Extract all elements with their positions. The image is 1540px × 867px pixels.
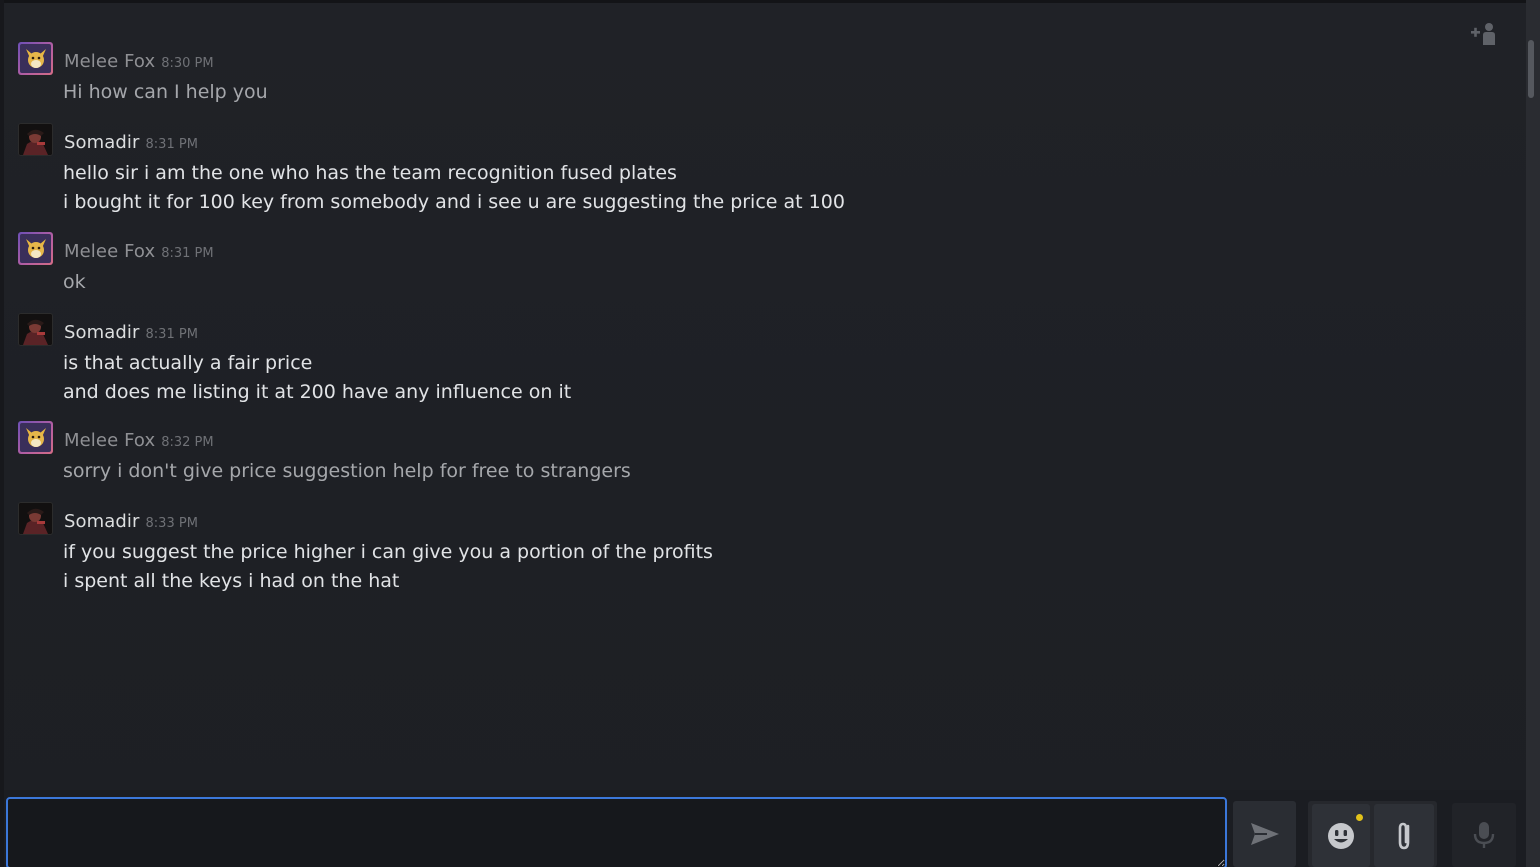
- chat-window: Melee Fox 8:30 PM Hi how can I help you S…: [0, 0, 1540, 867]
- somadir-avatar[interactable]: [18, 313, 53, 346]
- message-line: Hi how can I help you: [63, 81, 268, 103]
- message-timestamp: 8:30 PM: [161, 56, 214, 71]
- message-header: Melee Fox 8:31 PM: [64, 241, 214, 262]
- send-icon: [1250, 823, 1279, 845]
- window-left-edge: [0, 0, 4, 867]
- emoji-icon: [1328, 822, 1354, 849]
- fox-avatar-image: [20, 44, 51, 73]
- fox-avatar[interactable]: [18, 42, 53, 75]
- paperclip-icon: [1398, 822, 1410, 849]
- somadir-avatar[interactable]: [18, 123, 53, 156]
- message-line: i bought it for 100 key from somebody an…: [63, 190, 845, 213]
- sender-name[interactable]: Melee Fox: [64, 51, 155, 72]
- message-timestamp: 8:31 PM: [145, 137, 198, 152]
- message-line: if you suggest the price higher i can gi…: [63, 541, 713, 563]
- scrollbar-track[interactable]: [1526, 0, 1540, 867]
- message-input[interactable]: [6, 797, 1227, 867]
- message-timestamp: 8:33 PM: [145, 516, 198, 531]
- scrollbar-thumb[interactable]: [1528, 40, 1534, 98]
- message-line: ok: [63, 271, 86, 293]
- send-button[interactable]: [1233, 801, 1296, 867]
- sender-name[interactable]: Somadir: [64, 132, 140, 153]
- message-body: if you suggest the price higher i can gi…: [63, 538, 713, 595]
- sender-name[interactable]: Somadir: [64, 322, 140, 343]
- message-body: sorry i don't give price suggestion help…: [63, 457, 631, 486]
- emoji-button[interactable]: [1312, 804, 1370, 867]
- message-timestamp: 8:31 PM: [145, 327, 198, 342]
- somadir-avatar-image: [19, 314, 52, 345]
- fox-avatar-image: [20, 234, 51, 263]
- message-header: Melee Fox 8:32 PM: [64, 430, 214, 451]
- somadir-avatar-image: [19, 124, 52, 155]
- sender-name[interactable]: Melee Fox: [64, 430, 155, 451]
- message-timestamp: 8:32 PM: [161, 435, 214, 450]
- add-friend-icon: [1471, 23, 1495, 45]
- fox-avatar[interactable]: [18, 232, 53, 265]
- microphone-icon: [1473, 822, 1495, 848]
- message-body: hello sir i am the one who has the team …: [63, 159, 845, 216]
- message-line: sorry i don't give price suggestion help…: [63, 460, 631, 482]
- emoji-notification-dot: [1356, 814, 1363, 821]
- somadir-avatar[interactable]: [18, 502, 53, 535]
- message-line: i spent all the keys i had on the hat: [63, 569, 400, 592]
- voice-button[interactable]: [1452, 803, 1516, 867]
- fox-avatar[interactable]: [18, 421, 53, 454]
- sender-name[interactable]: Somadir: [64, 511, 140, 532]
- message-line: is that actually a fair price: [63, 352, 313, 374]
- message-body: is that actually a fair price and does m…: [63, 349, 571, 406]
- message-line: hello sir i am the one who has the team …: [63, 162, 677, 184]
- message-timestamp: 8:31 PM: [161, 246, 214, 261]
- message-header: Somadir 8:33 PM: [64, 511, 198, 532]
- attach-button[interactable]: [1374, 804, 1434, 867]
- sender-name[interactable]: Melee Fox: [64, 241, 155, 262]
- fox-avatar-image: [20, 423, 51, 452]
- window-top-edge: [0, 0, 1540, 3]
- add-friend-button[interactable]: [1466, 18, 1500, 52]
- message-body: ok: [63, 268, 86, 297]
- message-header: Somadir 8:31 PM: [64, 322, 198, 343]
- message-body: Hi how can I help you: [63, 78, 268, 107]
- message-header: Melee Fox 8:30 PM: [64, 51, 214, 72]
- message-line: and does me listing it at 200 have any i…: [63, 380, 572, 403]
- message-header: Somadir 8:31 PM: [64, 132, 198, 153]
- somadir-avatar-image: [19, 503, 52, 534]
